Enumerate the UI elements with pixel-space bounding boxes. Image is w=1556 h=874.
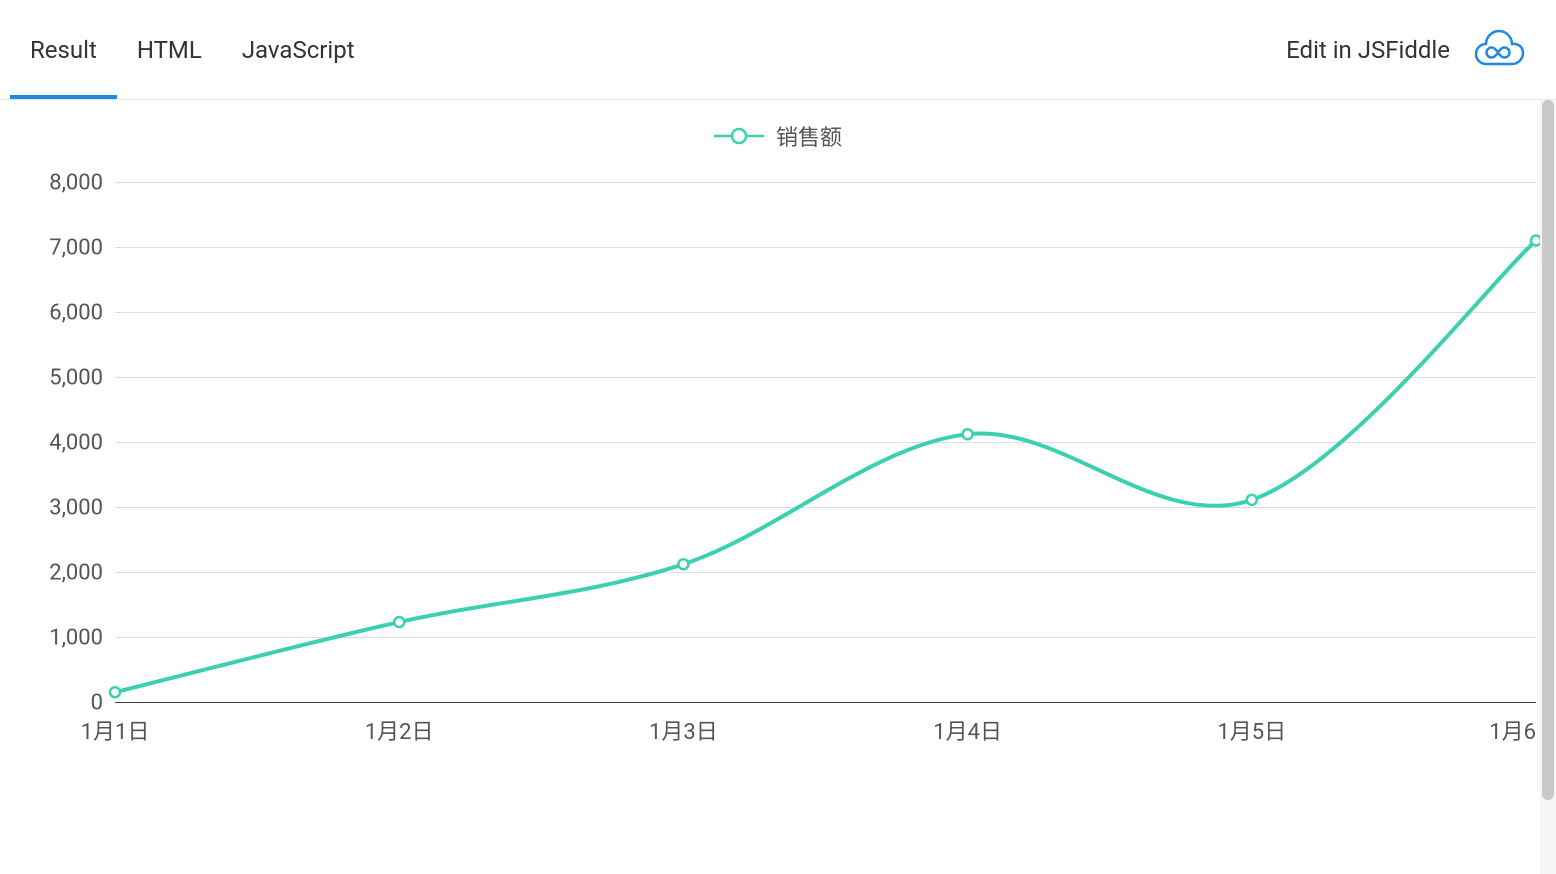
x-tick-label: 1月3日	[649, 714, 718, 746]
series-line	[115, 241, 1536, 693]
y-tick-label: 2,000	[49, 561, 115, 586]
x-tick-label: 1月6	[1489, 714, 1536, 746]
gridline: 0	[115, 702, 1536, 703]
x-tick-label: 1月2日	[365, 714, 434, 746]
header: Result HTML JavaScript Edit in JSFiddle	[0, 0, 1556, 100]
y-tick-label: 1,000	[49, 626, 115, 651]
y-tick-label: 7,000	[49, 236, 115, 261]
jsfiddle-logo-icon[interactable]	[1466, 24, 1526, 76]
y-tick-label: 6,000	[49, 301, 115, 326]
plot-area[interactable]: 01,0002,0003,0004,0005,0006,0007,0008,00…	[115, 182, 1536, 702]
tab-result[interactable]: Result	[10, 0, 117, 99]
legend-label: 销售额	[776, 120, 842, 152]
header-right: Edit in JSFiddle	[1286, 24, 1526, 76]
x-tick-label: 1月4日	[933, 714, 1002, 746]
y-tick-label: 4,000	[49, 431, 115, 456]
chart-legend[interactable]: 销售额	[0, 120, 1556, 152]
edit-in-jsfiddle-link[interactable]: Edit in JSFiddle	[1286, 36, 1450, 64]
vertical-scrollbar[interactable]	[1540, 100, 1556, 874]
data-point[interactable]	[110, 687, 120, 697]
tab-javascript[interactable]: JavaScript	[222, 0, 375, 99]
data-point[interactable]	[678, 559, 688, 569]
data-point[interactable]	[394, 617, 404, 627]
tab-html[interactable]: HTML	[117, 0, 222, 99]
data-point[interactable]	[1247, 495, 1257, 505]
tabs: Result HTML JavaScript	[10, 0, 375, 99]
data-point[interactable]	[963, 429, 973, 439]
scrollbar-thumb[interactable]	[1542, 100, 1554, 800]
x-tick-label: 1月5日	[1217, 714, 1286, 746]
y-tick-label: 8,000	[49, 171, 115, 196]
chart-line	[115, 182, 1536, 702]
legend-marker-icon	[714, 126, 764, 146]
y-tick-label: 3,000	[49, 496, 115, 521]
y-tick-label: 5,000	[49, 366, 115, 391]
x-tick-label: 1月1日	[81, 714, 150, 746]
chart-container: 销售额 01,0002,0003,0004,0005,0006,0007,000…	[0, 100, 1556, 874]
